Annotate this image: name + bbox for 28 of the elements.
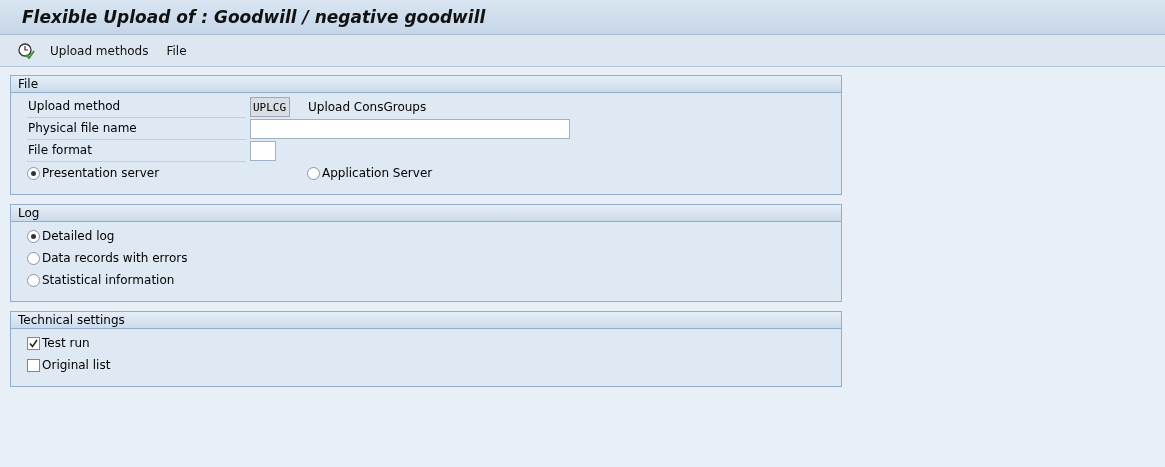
checkbox-label: Original list xyxy=(42,358,111,372)
radio-button[interactable] xyxy=(27,251,40,265)
radio-button[interactable] xyxy=(307,166,320,180)
radio-label: Data records with errors xyxy=(42,251,188,265)
checkbox-label: Test run xyxy=(42,336,90,350)
radio-label: Application Server xyxy=(322,166,433,180)
checkbox[interactable] xyxy=(27,358,40,372)
menu-item[interactable]: Upload methods xyxy=(47,41,152,60)
radio-button[interactable] xyxy=(27,166,40,180)
window-title: Flexible Upload of : Goodwill / negative goodwill xyxy=(22,7,486,27)
input-field[interactable] xyxy=(250,141,276,161)
radio-label: Detailed log xyxy=(42,229,115,243)
radio-label: Presentation server xyxy=(42,166,160,180)
radio-label: Statistical information xyxy=(42,273,175,287)
group-title: Technical settings xyxy=(11,312,841,329)
field-label: Physical file name xyxy=(27,118,246,140)
radio-button[interactable] xyxy=(27,229,40,243)
group-title: Log xyxy=(11,205,841,222)
group-title: File xyxy=(11,76,841,93)
field-label: Upload method xyxy=(27,96,246,118)
input-field[interactable]: UPLCG xyxy=(250,97,290,117)
menu-item[interactable]: File xyxy=(163,41,190,60)
input-field[interactable] xyxy=(250,119,570,139)
radio-button[interactable] xyxy=(27,273,40,287)
field-description: Upload ConsGroups xyxy=(308,100,427,114)
checkbox[interactable] xyxy=(27,336,40,350)
clock-check-icon[interactable] xyxy=(18,42,35,59)
field-label: File format xyxy=(27,140,246,162)
